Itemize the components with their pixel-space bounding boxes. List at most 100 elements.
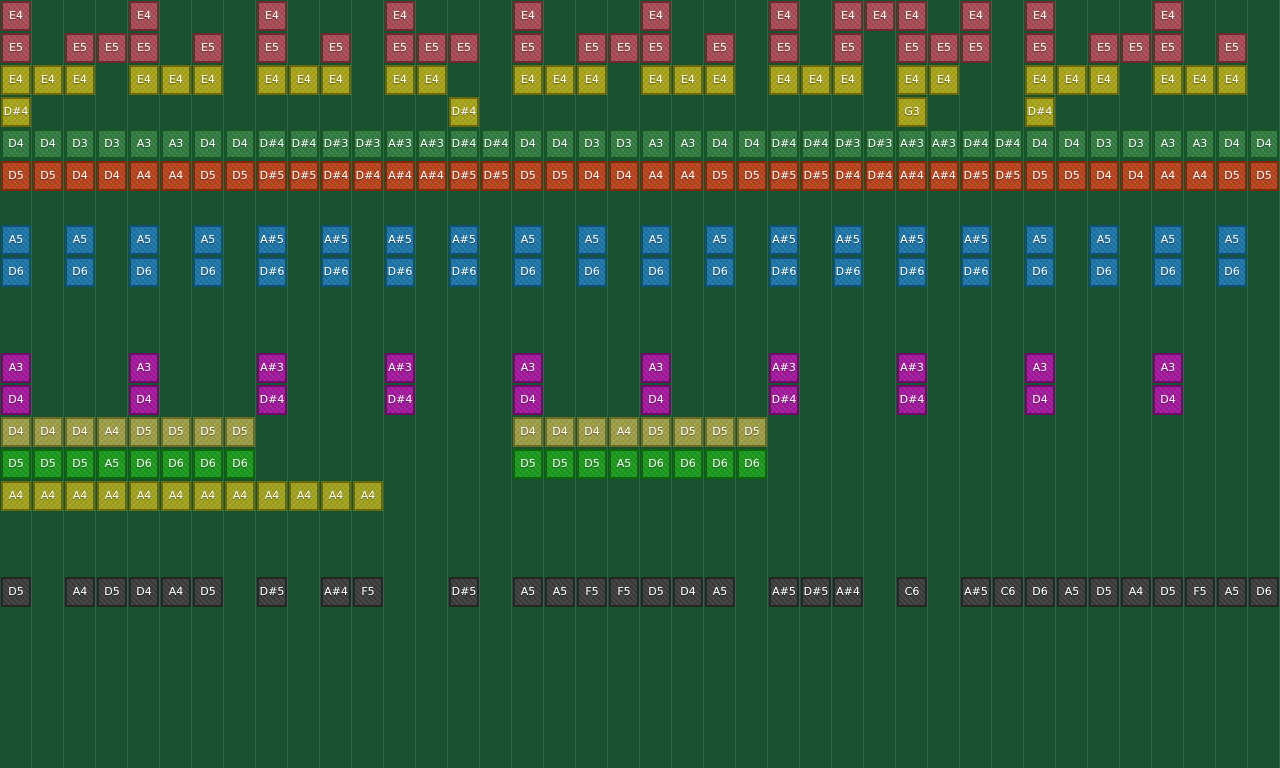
note-block[interactable]: A4 — [161, 161, 191, 191]
note-block[interactable]: D#5 — [961, 161, 991, 191]
note-block[interactable]: D#3 — [833, 129, 863, 159]
note-block[interactable]: D6 — [641, 257, 671, 287]
note-block[interactable]: D4 — [577, 417, 607, 447]
note-block[interactable]: A4 — [289, 481, 319, 511]
note-block[interactable]: D5 — [1089, 577, 1119, 607]
note-block[interactable]: A#4 — [385, 161, 415, 191]
note-block[interactable]: D3 — [1089, 129, 1119, 159]
note-block[interactable]: D3 — [97, 129, 127, 159]
note-block[interactable]: A#5 — [961, 225, 991, 255]
note-block[interactable]: D4 — [129, 577, 159, 607]
note-block[interactable]: A3 — [129, 129, 159, 159]
note-block[interactable]: D5 — [1153, 577, 1183, 607]
note-block[interactable]: D4 — [705, 129, 735, 159]
note-block[interactable]: A4 — [257, 481, 287, 511]
piano-roll-grid[interactable]: E4 E4 E4 E4 E4 E4 E4 E4 E4 E4 E4 E4 E4 E5 E5 E5 E5 E5 E5 E5… — [0, 0, 1280, 768]
note-block[interactable]: E4 — [1, 1, 31, 31]
note-block[interactable]: E4 — [129, 65, 159, 95]
note-block[interactable]: D#4 — [321, 161, 351, 191]
note-block[interactable]: D6 — [65, 257, 95, 287]
note-block[interactable]: D4 — [1025, 385, 1055, 415]
note-block[interactable]: E4 — [513, 65, 543, 95]
note-block[interactable]: A#3 — [897, 353, 927, 383]
note-block[interactable]: E4 — [705, 65, 735, 95]
note-block[interactable]: A#3 — [897, 129, 927, 159]
note-block[interactable]: D6 — [225, 449, 255, 479]
note-block[interactable]: A4 — [1, 481, 31, 511]
note-block[interactable]: D6 — [577, 257, 607, 287]
note-block[interactable]: A3 — [641, 129, 671, 159]
note-block[interactable]: D5 — [705, 417, 735, 447]
note-block[interactable]: A#4 — [833, 577, 863, 607]
note-block[interactable]: E5 — [1121, 33, 1151, 63]
note-block[interactable]: A3 — [1, 353, 31, 383]
note-block[interactable]: A4 — [161, 481, 191, 511]
note-block[interactable]: D5 — [129, 417, 159, 447]
note-block[interactable]: C6 — [993, 577, 1023, 607]
note-block[interactable]: E4 — [769, 1, 799, 31]
note-block[interactable]: E4 — [33, 65, 63, 95]
note-block[interactable]: A3 — [673, 129, 703, 159]
note-block[interactable]: D4 — [1217, 129, 1247, 159]
note-block[interactable]: E5 — [1089, 33, 1119, 63]
note-block[interactable]: A5 — [65, 225, 95, 255]
note-block[interactable]: D#4 — [897, 385, 927, 415]
note-block[interactable]: D#3 — [321, 129, 351, 159]
note-block[interactable]: D5 — [1057, 161, 1087, 191]
note-block[interactable]: D4 — [33, 417, 63, 447]
note-block[interactable]: A#3 — [385, 129, 415, 159]
note-block[interactable]: D#6 — [769, 257, 799, 287]
note-block[interactable]: A5 — [1025, 225, 1055, 255]
note-block[interactable]: A4 — [65, 577, 95, 607]
note-block[interactable]: A4 — [353, 481, 383, 511]
note-block[interactable]: F5 — [1185, 577, 1215, 607]
note-block[interactable]: E5 — [129, 33, 159, 63]
note-block[interactable]: D4 — [577, 161, 607, 191]
note-block[interactable]: D6 — [129, 449, 159, 479]
note-block[interactable]: D#4 — [481, 129, 511, 159]
note-block[interactable]: D4 — [225, 129, 255, 159]
note-block[interactable]: A4 — [161, 577, 191, 607]
note-block[interactable]: D4 — [1, 129, 31, 159]
note-block[interactable]: E4 — [1025, 65, 1055, 95]
note-block[interactable]: D#5 — [481, 161, 511, 191]
note-block[interactable]: D#6 — [833, 257, 863, 287]
note-block[interactable]: D5 — [161, 417, 191, 447]
note-block[interactable]: A#4 — [417, 161, 447, 191]
note-block[interactable]: F5 — [353, 577, 383, 607]
note-block[interactable]: A5 — [193, 225, 223, 255]
note-block[interactable]: D6 — [193, 257, 223, 287]
note-block[interactable]: D6 — [513, 257, 543, 287]
note-block[interactable]: D5 — [225, 161, 255, 191]
note-block[interactable]: A4 — [65, 481, 95, 511]
note-block[interactable]: D#4 — [289, 129, 319, 159]
note-block[interactable]: D6 — [705, 257, 735, 287]
note-block[interactable]: D5 — [737, 161, 767, 191]
note-block[interactable]: A4 — [225, 481, 255, 511]
note-block[interactable]: D5 — [641, 417, 671, 447]
note-block[interactable]: D6 — [129, 257, 159, 287]
note-block[interactable]: A4 — [1185, 161, 1215, 191]
note-block[interactable]: D5 — [1217, 161, 1247, 191]
note-block[interactable]: D4 — [609, 161, 639, 191]
note-block[interactable]: D5 — [33, 449, 63, 479]
note-block[interactable]: E4 — [1089, 65, 1119, 95]
note-block[interactable]: D5 — [737, 417, 767, 447]
note-block[interactable]: E5 — [513, 33, 543, 63]
note-block[interactable]: E4 — [641, 1, 671, 31]
note-block[interactable]: E4 — [417, 65, 447, 95]
note-block[interactable]: E5 — [1, 33, 31, 63]
note-block[interactable]: D6 — [737, 449, 767, 479]
note-block[interactable]: D5 — [1, 577, 31, 607]
note-block[interactable]: A3 — [1153, 129, 1183, 159]
note-block[interactable]: E5 — [705, 33, 735, 63]
note-block[interactable]: A3 — [1153, 353, 1183, 383]
note-block[interactable]: D5 — [65, 449, 95, 479]
note-block[interactable]: E4 — [833, 65, 863, 95]
note-block[interactable]: D#5 — [449, 577, 479, 607]
note-block[interactable]: E4 — [865, 1, 895, 31]
note-block[interactable]: D5 — [513, 161, 543, 191]
note-block[interactable]: A5 — [1, 225, 31, 255]
note-block[interactable]: D#4 — [769, 385, 799, 415]
note-block[interactable]: D5 — [193, 417, 223, 447]
